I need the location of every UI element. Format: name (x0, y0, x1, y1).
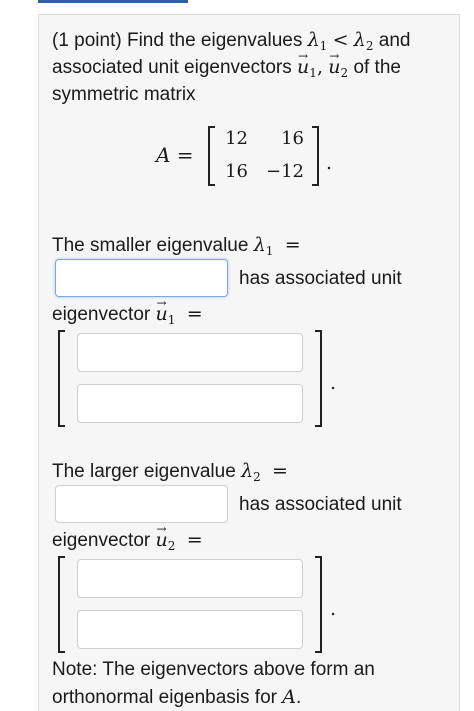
matrix-right-bracket (312, 126, 319, 186)
vector2-right-bracket (315, 556, 322, 653)
larger-eigenvalue-input[interactable] (55, 485, 228, 523)
u1-component-2-input[interactable] (77, 384, 303, 423)
vector1-right-bracket (315, 330, 322, 427)
vector1-left-bracket (58, 330, 65, 427)
u2-component-1-input[interactable] (77, 559, 303, 598)
note-line-2: orthonormal eigenbasis for A. (52, 686, 302, 708)
u2-vector-symbol: u2 (156, 516, 176, 553)
eigenvector-u1-label: eigenvector u1 = (52, 290, 203, 329)
eigenvector-u2-label: eigenvector u2 = (52, 516, 203, 555)
problem-line-2: associated unit eigenvectors u1, u2 of t… (52, 43, 401, 82)
assoc-unit-label-2: has associated unit (239, 494, 402, 515)
u1-vector-symbol: u1 (297, 43, 317, 80)
lambda2-symbol: λ2 (353, 29, 374, 53)
u1-component-1-input[interactable] (77, 333, 303, 372)
matrix-cell-22: −12 (266, 161, 304, 182)
smaller-eigenvalue-label: The smaller eigenvalue λ1 = (52, 234, 301, 258)
matrix-cell-11: 12 (225, 128, 248, 149)
note-line-1: Note: The eigenvectors above form an (52, 659, 375, 680)
comma: , (316, 56, 323, 78)
u2-component-2-input[interactable] (77, 610, 303, 649)
problem-line-3: symmetric matrix (52, 84, 196, 105)
vector2-period: . (330, 598, 337, 620)
matrix-period: . (326, 152, 333, 174)
matrix-a-symbol: A (282, 686, 296, 708)
u2-vector-symbol: u2 (328, 43, 348, 80)
of-the-label: of the (353, 57, 401, 78)
assoc-unit-label-1: has associated unit (239, 268, 402, 289)
matrix-cell-12: 16 (281, 128, 304, 149)
assoc-eigvec-label: associated unit eigenvectors (52, 57, 292, 78)
matrix-cell-21: 16 (225, 161, 248, 182)
smaller-eigenvalue-input[interactable] (55, 259, 228, 297)
vector1-period: . (330, 372, 337, 394)
vector2-left-bracket (58, 556, 65, 653)
lambda2-symbol: λ2 (241, 460, 261, 484)
larger-eigenvalue-label: The larger eigenvalue λ2 = (52, 460, 288, 484)
lambda1-symbol: λ1 (253, 234, 274, 258)
problem-line-1: (1 point) Find the eigenvalues λ1 < λ2 a… (52, 27, 410, 55)
points-label: (1 point) Find the eigenvalues (52, 30, 303, 51)
and-label: and (378, 30, 411, 51)
lambda1-symbol: λ1 (307, 29, 328, 53)
u1-vector-symbol: u1 (156, 290, 176, 327)
top-accent-bar (38, 0, 188, 3)
matrix-lhs: A = (156, 143, 194, 167)
